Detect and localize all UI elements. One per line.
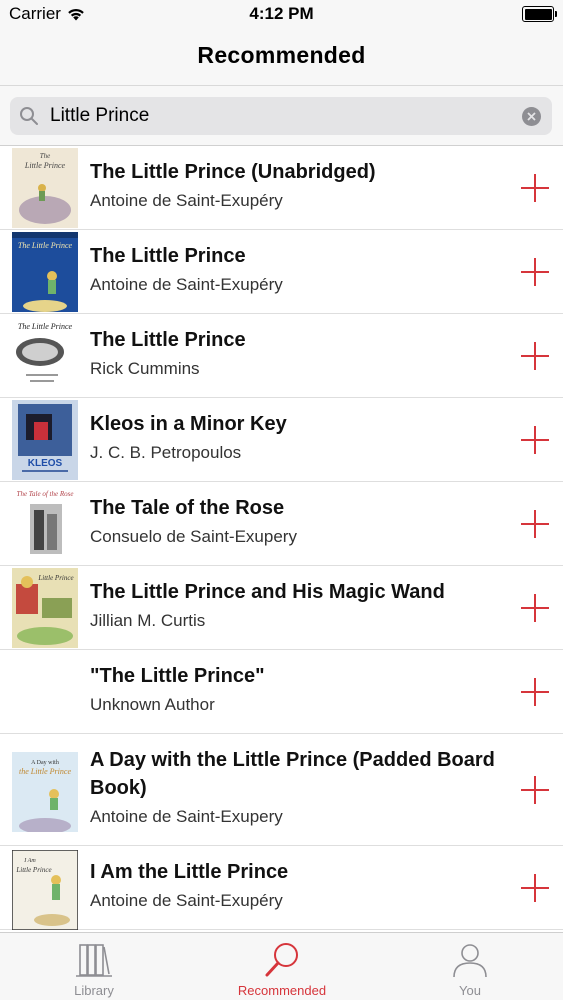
book-title: A Day with the Little Prince (Padded Boa… bbox=[90, 749, 495, 799]
book-cover-image: The Little Prince bbox=[12, 316, 78, 396]
book-title: The Little Prince bbox=[90, 245, 246, 267]
books-icon bbox=[76, 944, 112, 977]
tab-bar: Library Recommended You bbox=[0, 932, 563, 1000]
add-book-button[interactable] bbox=[521, 342, 549, 370]
book-author: Antoine de Saint-Exupéry bbox=[90, 275, 283, 294]
page-title: Recommended bbox=[197, 42, 366, 68]
add-book-button[interactable] bbox=[521, 510, 549, 538]
book-author: Unknown Author bbox=[90, 695, 215, 714]
book-author: Consuelo de Saint-Exupery bbox=[90, 527, 297, 546]
tab-label: You bbox=[459, 983, 481, 998]
add-book-button[interactable] bbox=[521, 426, 549, 454]
book-title: The Little Prince and His Magic Wand bbox=[90, 581, 445, 603]
svg-text:The Little Prince: The Little Prince bbox=[18, 322, 73, 331]
magnifier-icon bbox=[265, 943, 298, 977]
book-title: The Little Prince bbox=[90, 329, 246, 351]
book-info: The Little Prince and His Magic Wand Jil… bbox=[90, 578, 501, 634]
list-item[interactable]: I Am Little Prince I Am the Little Princ… bbox=[0, 846, 563, 930]
book-info: The Little Prince (Unabridged) Antoine d… bbox=[90, 158, 501, 214]
book-cover-image: The Little Prince bbox=[12, 232, 78, 312]
svg-text:The: The bbox=[40, 152, 51, 160]
book-author: Antoine de Saint-Exupery bbox=[90, 807, 283, 826]
book-cover-image: I Am Little Prince bbox=[12, 850, 78, 930]
book-cover-image: The Little Prince bbox=[12, 148, 78, 228]
add-book-button[interactable] bbox=[521, 594, 549, 622]
close-icon bbox=[527, 112, 536, 121]
results-list: The Little Prince The Little Prince (Una… bbox=[0, 146, 563, 932]
svg-text:Little Prince: Little Prince bbox=[24, 161, 66, 170]
svg-text:The Tale of the Rose: The Tale of the Rose bbox=[17, 490, 74, 498]
book-author: Antoine de Saint-Exupéry bbox=[90, 891, 283, 910]
svg-text:A Day with: A Day with bbox=[31, 760, 59, 766]
clear-search-button[interactable] bbox=[522, 107, 541, 126]
book-title: "The Little Prince" bbox=[90, 665, 265, 687]
tab-label: Recommended bbox=[237, 983, 327, 998]
book-cover-image: KLEOS bbox=[12, 400, 78, 480]
navigation-bar: Recommended bbox=[0, 30, 563, 86]
status-bar: Carrier 4:12 PM bbox=[0, 0, 563, 30]
book-cover-image: A Day with the Little Prince bbox=[12, 752, 78, 832]
tab-you[interactable]: You bbox=[376, 933, 563, 1000]
svg-text:the Little Prince: the Little Prince bbox=[19, 767, 71, 776]
book-title: I Am the Little Prince bbox=[90, 861, 289, 883]
book-info: A Day with the Little Prince (Padded Boa… bbox=[90, 746, 501, 830]
svg-text:KLEOS: KLEOS bbox=[28, 458, 63, 469]
book-info: The Little Prince Antoine de Saint-Exupé… bbox=[90, 242, 501, 298]
list-item[interactable]: KLEOS Kleos in a Minor Key J. C. B. Petr… bbox=[0, 398, 563, 482]
svg-text:Little Prince: Little Prince bbox=[15, 866, 51, 874]
book-info: The Tale of the Rose Consuelo de Saint-E… bbox=[90, 494, 501, 550]
book-cover-image: Little Prince bbox=[12, 568, 78, 648]
book-info: I Am the Little Prince Antoine de Saint-… bbox=[90, 858, 501, 914]
book-cover-image: The Tale of the Rose bbox=[12, 484, 78, 564]
tab-library[interactable]: Library bbox=[0, 933, 188, 1000]
svg-text:Little Prince: Little Prince bbox=[37, 574, 73, 582]
book-info: The Little Prince Rick Cummins bbox=[90, 326, 501, 382]
battery-level bbox=[524, 8, 552, 20]
book-title: The Tale of the Rose bbox=[90, 497, 285, 519]
book-author: Antoine de Saint-Exupéry bbox=[90, 191, 283, 210]
list-item[interactable]: Little Prince The Little Prince and His … bbox=[0, 566, 563, 650]
book-title: The Little Prince (Unabridged) bbox=[90, 161, 376, 183]
add-book-button[interactable] bbox=[521, 874, 549, 902]
book-title: Kleos in a Minor Key bbox=[90, 413, 287, 435]
search-input[interactable] bbox=[50, 97, 510, 135]
list-item[interactable]: "The Little Prince" Unknown Author bbox=[0, 650, 563, 734]
person-icon bbox=[453, 944, 487, 978]
book-author: J. C. B. Petropoulos bbox=[90, 443, 242, 462]
add-book-button[interactable] bbox=[521, 174, 549, 202]
status-time: 4:12 PM bbox=[249, 4, 314, 23]
svg-text:I Am: I Am bbox=[23, 858, 36, 864]
battery-icon bbox=[522, 6, 557, 22]
search-area bbox=[0, 86, 563, 146]
search-icon bbox=[20, 107, 38, 125]
book-info: Kleos in a Minor Key J. C. B. Petropoulo… bbox=[90, 410, 501, 466]
search-box[interactable] bbox=[10, 97, 552, 135]
tab-recommended[interactable]: Recommended bbox=[188, 933, 376, 1000]
add-book-button[interactable] bbox=[521, 678, 549, 706]
list-item[interactable]: The Little Prince The Little Prince (Una… bbox=[0, 146, 563, 230]
add-book-button[interactable] bbox=[521, 776, 549, 804]
add-book-button[interactable] bbox=[521, 258, 549, 286]
list-item[interactable]: The Little Prince The Little Prince Anto… bbox=[0, 230, 563, 314]
book-info: "The Little Prince" Unknown Author bbox=[90, 662, 501, 718]
book-author: Jillian M. Curtis bbox=[90, 611, 206, 630]
list-item[interactable]: The Tale of the Rose The Tale of the Ros… bbox=[0, 482, 563, 566]
tab-label: Library bbox=[74, 983, 114, 998]
book-author: Rick Cummins bbox=[90, 359, 200, 378]
list-item[interactable]: The Little Prince The Little Prince Rick… bbox=[0, 314, 563, 398]
list-item[interactable]: A Day with the Little Prince A Day with … bbox=[0, 734, 563, 846]
svg-text:The Little Prince: The Little Prince bbox=[18, 241, 73, 250]
